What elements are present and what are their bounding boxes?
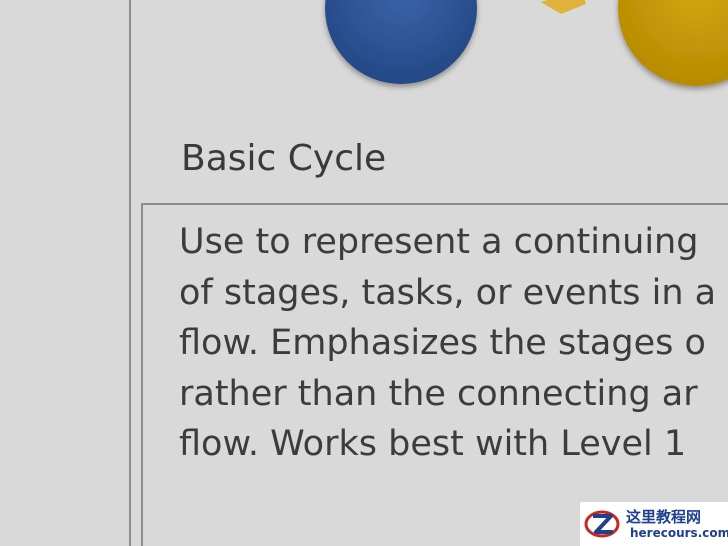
basic-cycle-thumbnail (325, 0, 728, 86)
site-watermark: 这里教程网 herecours.com (580, 502, 728, 546)
description-line: rather than the connecting ar (179, 373, 698, 414)
layout-preview-area: Basic Cycle Use to represent a continuin… (131, 0, 728, 546)
smartart-dialog-screen: Basic Cycle Use to represent a continuin… (0, 0, 728, 546)
watermark-en-text: herecours.com (630, 526, 728, 540)
layout-description: Use to represent a continuing of stages,… (179, 217, 728, 470)
description-line: Use to represent a continuing (179, 222, 699, 262)
z-logo-icon (584, 510, 620, 538)
description-line: of stages, tasks, or events in a (179, 272, 717, 313)
cycle-arrow (541, 0, 586, 14)
layout-title: Basic Cycle (181, 138, 387, 179)
cycle-node-blue (325, 0, 477, 84)
description-line: flow. Emphasizes the stages o (179, 323, 706, 363)
watermark-cn-text: 这里教程网 (626, 508, 702, 526)
layout-description-box: Use to represent a continuing of stages,… (141, 203, 728, 546)
description-line: flow. Works best with Level 1 (179, 424, 687, 464)
layout-gallery-pane[interactable] (0, 0, 129, 546)
cycle-node-gold (618, 0, 728, 86)
